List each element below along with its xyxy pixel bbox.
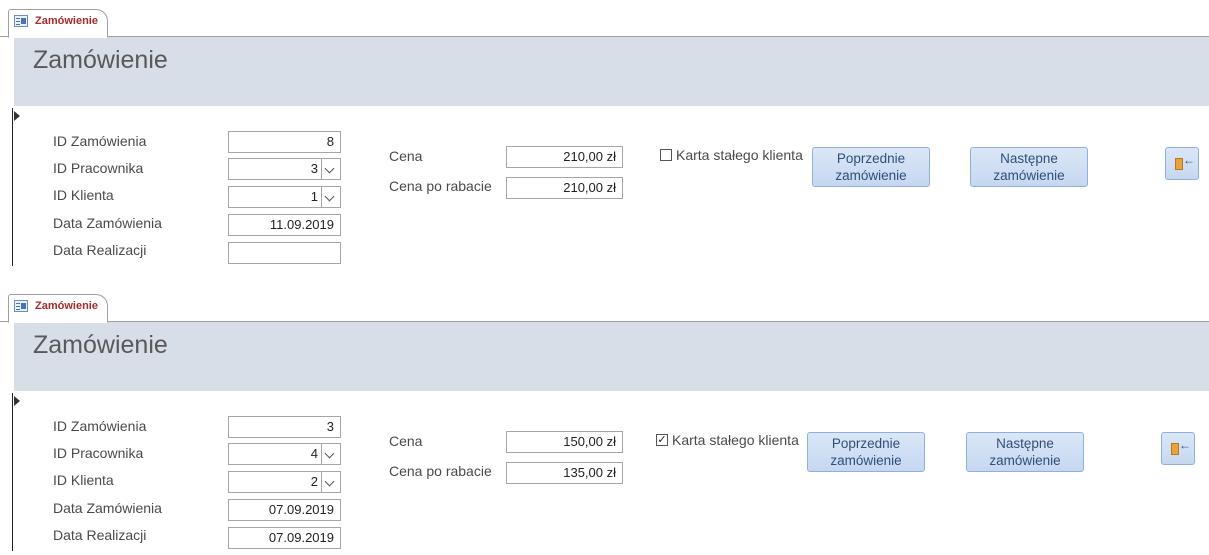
current-record-arrow-icon <box>14 396 20 406</box>
label-data-zamowienia: Data Zamówienia <box>53 500 162 516</box>
next-order-line1: Następne <box>996 436 1054 451</box>
order-form-1: Zamówienie Zamówienie ID Zamówienia ID P… <box>0 0 1209 270</box>
next-order-line1: Następne <box>1000 151 1058 166</box>
id-pracownika-value: 3 <box>310 161 318 176</box>
form-header: Zamówienie <box>14 37 1209 106</box>
label-id-pracownika: ID Pracownika <box>53 445 144 461</box>
cena-po-rabacie-field[interactable]: 135,00 zł <box>506 462 623 484</box>
close-form-button[interactable]: ← <box>1165 147 1199 180</box>
chevron-down-icon[interactable] <box>321 187 340 207</box>
chevron-down-icon[interactable] <box>321 159 340 179</box>
data-realizacji-field[interactable] <box>228 242 341 264</box>
chevron-down-icon[interactable] <box>321 444 340 464</box>
label-data-zamowienia: Data Zamówienia <box>53 215 162 231</box>
form-title: Zamówienie <box>33 331 168 359</box>
data-zamowienia-field[interactable]: 11.09.2019 <box>228 214 341 236</box>
id-zamowienia-field[interactable]: 3 <box>228 416 341 438</box>
label-id-zamowienia: ID Zamówienia <box>53 418 147 434</box>
exit-door-icon <box>1175 158 1183 170</box>
form-title: Zamówienie <box>33 46 168 74</box>
order-form-2: Zamówienie Zamówienie ID Zamówienia ID P… <box>0 285 1209 555</box>
id-klienta-combo[interactable]: 1 <box>228 186 341 208</box>
previous-order-button[interactable]: Poprzednie zamówienie <box>807 432 925 472</box>
cena-po-rabacie-field[interactable]: 210,00 zł <box>506 177 623 199</box>
label-data-realizacji: Data Realizacji <box>53 242 147 258</box>
previous-order-line1: Poprzednie <box>836 151 906 166</box>
label-id-klienta: ID Klienta <box>53 472 114 488</box>
next-order-line2: zamówienie <box>989 453 1061 468</box>
cena-field[interactable]: 210,00 zł <box>506 146 623 168</box>
previous-order-line2: zamówienie <box>830 453 902 468</box>
document-tab-strip: Zamówienie <box>0 8 1209 38</box>
cena-field[interactable]: 150,00 zł <box>506 431 623 453</box>
close-form-button[interactable]: ← <box>1161 432 1195 465</box>
id-klienta-combo[interactable]: 2 <box>228 471 341 493</box>
label-id-zamowienia: ID Zamówienia <box>53 133 147 149</box>
previous-order-button[interactable]: Poprzednie zamówienie <box>812 147 930 187</box>
tab-label: Zamówienie <box>35 300 98 312</box>
data-realizacji-field[interactable]: 07.09.2019 <box>228 527 341 549</box>
checkbox-icon[interactable]: ✓ <box>656 434 668 446</box>
label-id-pracownika: ID Pracownika <box>53 160 144 176</box>
record-selector-line <box>12 393 13 551</box>
id-pracownika-value: 4 <box>310 446 318 461</box>
karta-label: Karta stałego klienta <box>676 147 803 163</box>
id-klienta-value: 1 <box>310 189 318 204</box>
tab-zamowienie[interactable]: Zamówienie <box>8 294 108 323</box>
id-zamowienia-field[interactable]: 8 <box>228 131 341 153</box>
arrow-left-icon: ← <box>1179 438 1191 452</box>
form-header: Zamówienie <box>14 322 1209 391</box>
next-order-button[interactable]: Następne zamówienie <box>966 432 1084 472</box>
label-data-realizacji: Data Realizacji <box>53 527 147 543</box>
form-icon <box>14 15 28 27</box>
karta-label: Karta stałego klienta <box>672 432 799 448</box>
label-id-klienta: ID Klienta <box>53 187 114 203</box>
label-cena-po-rabacie: Cena po rabacie <box>389 178 492 194</box>
label-cena-po-rabacie: Cena po rabacie <box>389 463 492 479</box>
id-klienta-value: 2 <box>310 474 318 489</box>
chevron-down-icon[interactable] <box>321 472 340 492</box>
label-cena: Cena <box>389 433 423 449</box>
record-selector[interactable] <box>8 106 22 266</box>
exit-door-icon <box>1171 443 1179 455</box>
previous-order-line2: zamówienie <box>835 168 907 183</box>
document-tab-strip: Zamówienie <box>0 293 1209 323</box>
next-order-line2: zamówienie <box>993 168 1065 183</box>
id-pracownika-combo[interactable]: 4 <box>228 443 341 465</box>
current-record-arrow-icon <box>14 111 20 121</box>
previous-order-line1: Poprzednie <box>831 436 901 451</box>
tab-label: Zamówienie <box>35 15 98 27</box>
record-selector[interactable] <box>8 391 22 551</box>
checkbox-icon[interactable] <box>660 149 672 161</box>
tab-zamowienie[interactable]: Zamówienie <box>8 9 108 38</box>
data-zamowienia-field[interactable]: 07.09.2019 <box>228 499 341 521</box>
record-selector-line <box>12 108 13 266</box>
arrow-left-icon: ← <box>1183 153 1195 167</box>
label-cena: Cena <box>389 148 423 164</box>
form-icon <box>14 300 28 312</box>
next-order-button[interactable]: Następne zamówienie <box>970 147 1088 187</box>
id-pracownika-combo[interactable]: 3 <box>228 158 341 180</box>
